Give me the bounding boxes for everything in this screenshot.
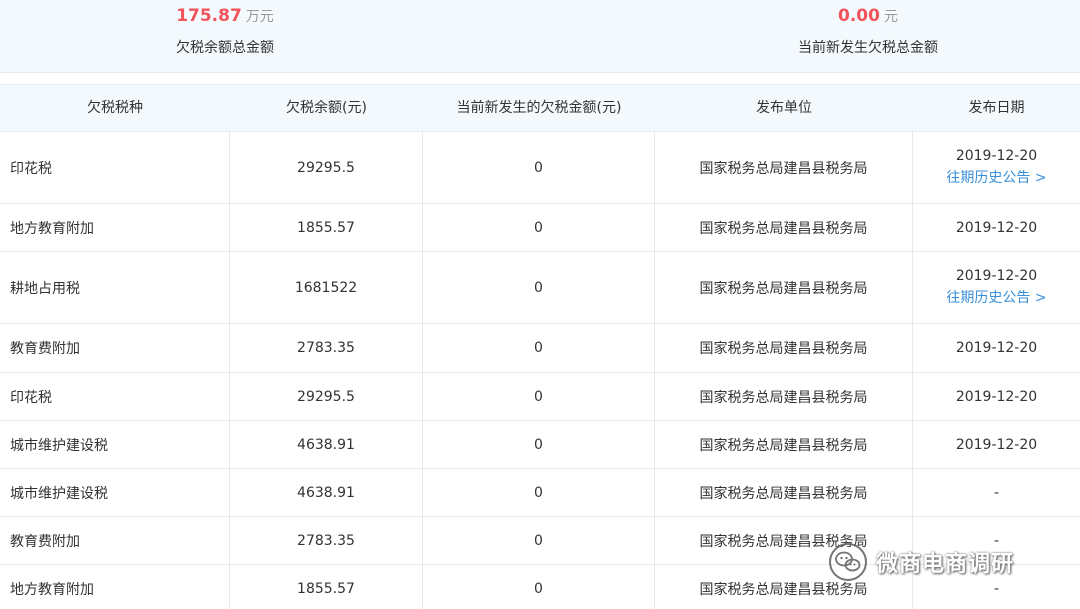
cell-tax-type: 城市维护建设税 [0, 421, 230, 468]
watermark: 微商电商调研 [828, 542, 1068, 582]
table-row: 城市维护建设税 4638.91 0 国家税务总局建昌县税务局 2019-12-2… [0, 421, 1080, 469]
cell-balance: 2783.35 [230, 324, 423, 372]
cell-new-amount: 0 [423, 252, 655, 323]
cell-tax-type: 地方教育附加 [0, 204, 230, 251]
cell-publish-date: 2019-12-20 [913, 204, 1080, 251]
cell-balance: 4638.91 [230, 421, 423, 468]
cell-publish-date: 2019-12-20 往期历史公告 > [913, 132, 1080, 203]
cell-publish-date: 2019-12-20 往期历史公告 > [913, 252, 1080, 323]
balance-total-label: 欠税余额总金额 [176, 40, 274, 56]
cell-balance: 1681522 [230, 252, 423, 323]
new-tax-total-label: 当前新发生欠税总金额 [798, 40, 938, 56]
cell-publish-date: 2019-12-20 [913, 373, 1080, 420]
cell-balance: 4638.91 [230, 469, 423, 516]
cell-publisher: 国家税务总局建昌县税务局 [655, 204, 913, 251]
new-tax-total-unit: 元 [883, 9, 898, 25]
balance-total-value: 175.87 [176, 6, 242, 26]
new-tax-total-value: 0.00 [838, 6, 880, 26]
cell-tax-type: 地方教育附加 [0, 565, 230, 609]
cell-tax-type: 耕地占用税 [0, 252, 230, 323]
date-text: 2019-12-20 [955, 388, 1038, 405]
summary-panel: 175.87 万元 欠税余额总金额 0.00 元 当前新发生欠税总金额 [0, 0, 1080, 73]
cell-balance: 29295.5 [230, 132, 423, 203]
cell-new-amount: 0 [423, 132, 655, 203]
header-new-amount: 当前新发生的欠税金额(元) [456, 100, 622, 116]
watermark-text: 微商电商调研 [876, 552, 1015, 577]
table-row: 印花税 29295.5 0 国家税务总局建昌县税务局 2019-12-20 [0, 373, 1080, 421]
date-text: - [993, 484, 1000, 501]
cell-balance: 1855.57 [230, 204, 423, 251]
cell-publisher: 国家税务总局建昌县税务局 [655, 373, 913, 420]
date-text: 2019-12-20 [955, 148, 1038, 164]
cell-balance: 29295.5 [230, 373, 423, 420]
cell-new-amount: 0 [423, 565, 655, 609]
cell-tax-type: 印花税 [0, 373, 230, 420]
cell-new-amount: 0 [423, 373, 655, 420]
header-balance: 欠税余额(元) [286, 100, 367, 116]
date-text: 2019-12-20 [955, 219, 1038, 236]
table-row: 教育费附加 2783.35 0 国家税务总局建昌县税务局 2019-12-20 [0, 324, 1080, 373]
wechat-icon [829, 543, 867, 581]
date-text: - [993, 580, 1000, 597]
cell-balance: 2783.35 [230, 517, 423, 564]
table-row: 地方教育附加 1855.57 0 国家税务总局建昌县税务局 2019-12-20 [0, 204, 1080, 252]
header-tax-type: 欠税税种 [87, 100, 143, 116]
cell-tax-type: 教育费附加 [0, 324, 230, 372]
header-publisher: 发布单位 [756, 100, 812, 116]
cell-new-amount: 0 [423, 324, 655, 372]
history-announcement-link[interactable]: 往期历史公告 > [946, 287, 1046, 307]
tax-arrears-table: 欠税税种 欠税余额(元) 当前新发生的欠税金额(元) 发布单位 发布日期 印花税… [0, 84, 1080, 609]
cell-new-amount: 0 [423, 204, 655, 251]
date-text: 2019-12-20 [955, 268, 1038, 284]
cell-new-amount: 0 [423, 517, 655, 564]
history-announcement-link[interactable]: 往期历史公告 > [946, 167, 1046, 187]
cell-publisher: 国家税务总局建昌县税务局 [655, 421, 913, 468]
cell-publisher: 国家税务总局建昌县税务局 [655, 252, 913, 323]
date-text: 2019-12-20 [955, 436, 1038, 453]
cell-balance: 1855.57 [230, 565, 423, 609]
cell-tax-type: 城市维护建设税 [0, 469, 230, 516]
table-row: 印花税 29295.5 0 国家税务总局建昌县税务局 2019-12-20 往期… [0, 132, 1080, 204]
cell-new-amount: 0 [423, 421, 655, 468]
cell-publish-date: - [913, 469, 1080, 516]
cell-publish-date: 2019-12-20 [913, 324, 1080, 372]
cell-publisher: 国家税务总局建昌县税务局 [655, 469, 913, 516]
table-header: 欠税税种 欠税余额(元) 当前新发生的欠税金额(元) 发布单位 发布日期 [0, 84, 1080, 132]
table-row: 城市维护建设税 4638.91 0 国家税务总局建昌县税务局 - [0, 469, 1080, 517]
cell-publisher: 国家税务总局建昌县税务局 [655, 324, 913, 372]
cell-publish-date: 2019-12-20 [913, 421, 1080, 468]
table-row: 耕地占用税 1681522 0 国家税务总局建昌县税务局 2019-12-20 … [0, 252, 1080, 324]
date-text: 2019-12-20 [955, 340, 1038, 356]
cell-new-amount: 0 [423, 469, 655, 516]
cell-tax-type: 印花税 [0, 132, 230, 203]
cell-publisher: 国家税务总局建昌县税务局 [655, 132, 913, 203]
header-publish-date: 发布日期 [968, 100, 1025, 116]
cell-tax-type: 教育费附加 [0, 517, 230, 564]
balance-total-unit: 万元 [245, 9, 274, 25]
